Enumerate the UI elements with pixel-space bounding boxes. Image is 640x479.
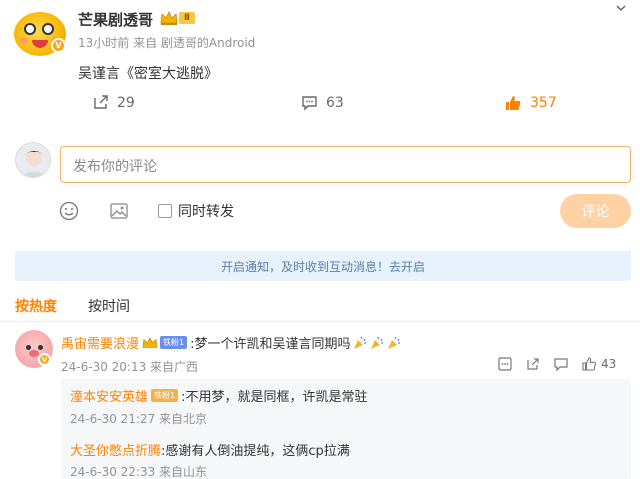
reply-author[interactable]: 大圣你憋点折腾 — [70, 440, 161, 459]
reply-text: :感谢有人倒油提纯，这俩cp拉满 — [161, 444, 350, 459]
share-icon[interactable] — [525, 356, 541, 372]
like-count: 357 — [530, 95, 557, 111]
comment-input[interactable]: 发布你的评论 — [60, 146, 631, 183]
repost-button[interactable]: 29 — [92, 94, 135, 111]
author-name[interactable]: 芒果剧透哥 — [78, 9, 153, 30]
party-popper-icon — [370, 336, 383, 349]
tab-sort-hot[interactable]: 按热度 — [15, 296, 57, 316]
submit-comment-button[interactable]: 评论 — [560, 194, 631, 228]
reply-meta: 24-6-30 21:27 来自北京 — [70, 412, 208, 426]
comment-like-button[interactable]: 43 — [581, 356, 616, 372]
like-icon — [582, 357, 596, 371]
chevron-down-icon[interactable] — [615, 2, 627, 14]
level-badge-icon: Ⅱ — [179, 12, 195, 24]
crown-icon — [142, 336, 158, 348]
notification-banner[interactable]: 开启通知，及时收到互动消息！去开启 — [15, 251, 631, 281]
comment-actions: 43 — [497, 356, 616, 372]
crown-icon — [160, 11, 178, 25]
repost-count: 29 — [117, 94, 135, 111]
reply-item: 大圣你憋点折腾 :感谢有人倒油提纯，这俩cp拉满 — [70, 440, 350, 459]
image-icon[interactable] — [108, 200, 130, 222]
reply-item: 潼本安安英雄 铁粉1 :不用梦，就是同框，许凯是常驻 — [70, 386, 368, 405]
verified-badge-icon: V — [51, 38, 66, 53]
fan-badge: 铁粉1 — [151, 389, 179, 402]
repost-checkbox-label: 同时转发 — [178, 204, 234, 220]
current-user-avatar[interactable] — [15, 142, 51, 178]
reply-meta: 24-6-30 22:33 来自山东 — [70, 465, 208, 479]
comment-like-count: 43 — [601, 357, 617, 371]
comment-icon[interactable] — [553, 356, 569, 372]
reply-author[interactable]: 潼本安安英雄 — [70, 386, 148, 405]
comment-line: 禹宙需要浪漫 铁粉1 :梦一个许凯和吴谨言同期吗 — [61, 333, 402, 352]
commenter-name[interactable]: 禹宙需要浪漫 — [61, 333, 139, 352]
comment-meta: 24-6-30 20:13 来自广西 — [61, 360, 199, 374]
party-popper-icon — [387, 336, 400, 349]
more-icon[interactable] — [497, 356, 513, 372]
comment-count: 63 — [326, 94, 344, 111]
checkbox[interactable] — [158, 204, 172, 218]
post-meta: 13小时前 来自 剧透哥的Android — [78, 36, 256, 50]
reply-text: :不用梦，就是同框，许凯是常驻 — [181, 390, 368, 405]
repost-icon — [94, 95, 108, 109]
party-popper-icon — [353, 336, 366, 349]
divider — [0, 321, 640, 322]
fan-badge: 铁粉1 — [160, 336, 188, 349]
comment-button[interactable]: 63 — [301, 94, 344, 111]
repost-checkbox[interactable]: 同时转发 — [158, 201, 234, 221]
emoji-icon[interactable] — [58, 200, 80, 222]
post-text: 吴谨言《密室大逃脱》 — [78, 66, 218, 82]
like-button[interactable]: 357 — [504, 94, 557, 112]
tab-sort-time[interactable]: 按时间 — [88, 296, 130, 316]
like-icon — [506, 96, 521, 110]
comment-text: :梦一个许凯和吴谨言同期吗 — [190, 337, 351, 352]
verified-badge-icon: V — [38, 353, 51, 366]
comment-icon — [302, 96, 317, 111]
